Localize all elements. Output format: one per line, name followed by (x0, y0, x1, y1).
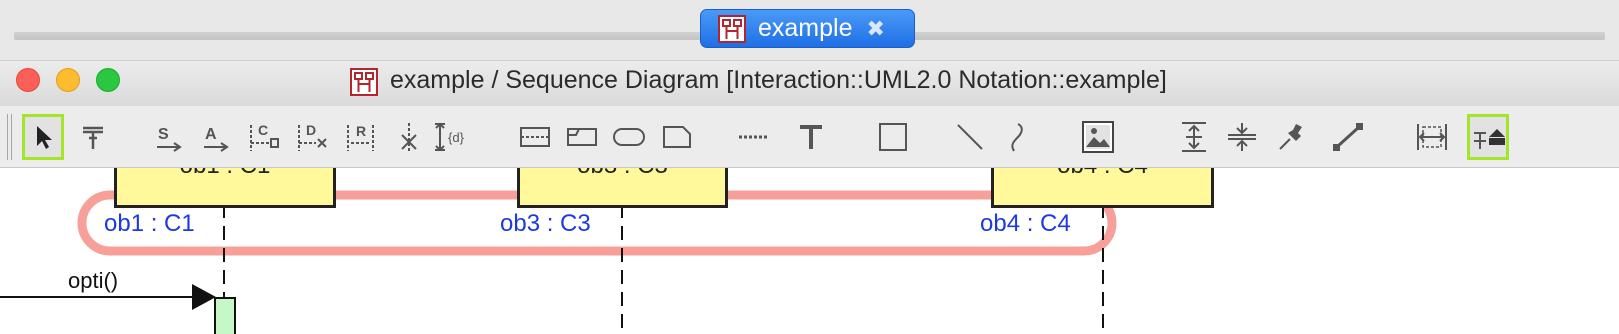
lifeline-label-ob4[interactable]: ob4 : C4 (980, 210, 1071, 238)
expand-space-icon[interactable] (1173, 114, 1215, 160)
diagram-toolbar: S A C D R {d} (0, 106, 1619, 244)
fit-width-icon[interactable] (1411, 114, 1453, 160)
svg-text:{d}: {d} (448, 130, 465, 145)
svg-text:A: A (205, 126, 217, 143)
text-icon[interactable] (790, 114, 832, 160)
minimize-window-button[interactable] (56, 68, 80, 92)
diagram-canvas[interactable]: ob1 : C1 ob3 : C3 ob4 : C4 ob1 : C1 ob3 … (0, 168, 1619, 334)
svg-text:C: C (258, 122, 268, 138)
dashed-line-icon[interactable] (732, 114, 774, 160)
tab-example[interactable]: example ✖ (700, 9, 915, 48)
diagram-icon (718, 14, 746, 43)
stop-icon[interactable] (388, 114, 430, 160)
freehand-icon[interactable] (997, 114, 1039, 160)
sync-message-icon[interactable]: S (148, 114, 190, 160)
lifeline-head-ob1[interactable]: ob1 : C1 (114, 168, 336, 208)
stereotype-icon[interactable] (72, 114, 114, 160)
select-arrow-icon[interactable] (22, 114, 64, 160)
close-window-button[interactable] (16, 68, 40, 92)
lifeline-head-ob4[interactable]: ob4 : C4 (991, 168, 1214, 208)
svg-text:R: R (356, 123, 366, 139)
duration-constraint-icon[interactable]: {d} (428, 114, 470, 160)
message-label[interactable]: opti() (68, 268, 118, 294)
destroy-message-icon[interactable]: D (291, 114, 333, 160)
continuation-icon[interactable] (608, 114, 650, 160)
lifeline-label-ob3[interactable]: ob3 : C3 (500, 210, 591, 238)
toolbar-grip[interactable] (7, 114, 12, 160)
connector-style-icon[interactable] (1327, 114, 1369, 160)
reply-message-icon[interactable]: R (340, 114, 382, 160)
note-icon[interactable] (656, 114, 698, 160)
alignment-icon[interactable] (1467, 114, 1509, 160)
svg-text:S: S (158, 126, 169, 143)
window-title: example / Sequence Diagram [Interaction:… (390, 66, 1167, 94)
reduce-space-icon[interactable] (1221, 114, 1263, 160)
svg-text:D: D (306, 122, 316, 138)
combined-fragment-icon[interactable] (514, 114, 556, 160)
line-icon[interactable] (949, 114, 991, 160)
create-message-icon[interactable]: C (243, 114, 285, 160)
state-invariant-icon[interactable] (561, 114, 603, 160)
document-tab-bar: example ✖ (0, 0, 1619, 60)
close-icon[interactable]: ✖ (867, 16, 885, 42)
lifeline-label-ob1[interactable]: ob1 : C1 (104, 210, 195, 238)
diagram-icon (350, 68, 378, 96)
zoom-window-button[interactable] (96, 68, 120, 92)
message-arrowhead (192, 284, 216, 310)
lifeline-head-ob3[interactable]: ob3 : C3 (517, 168, 728, 208)
image-icon[interactable] (1077, 114, 1119, 160)
tab-label: example (758, 14, 853, 42)
activation-bar (214, 297, 236, 334)
pin-icon[interactable] (1271, 114, 1313, 160)
async-message-icon[interactable]: A (195, 114, 237, 160)
rectangle-icon[interactable] (872, 114, 914, 160)
